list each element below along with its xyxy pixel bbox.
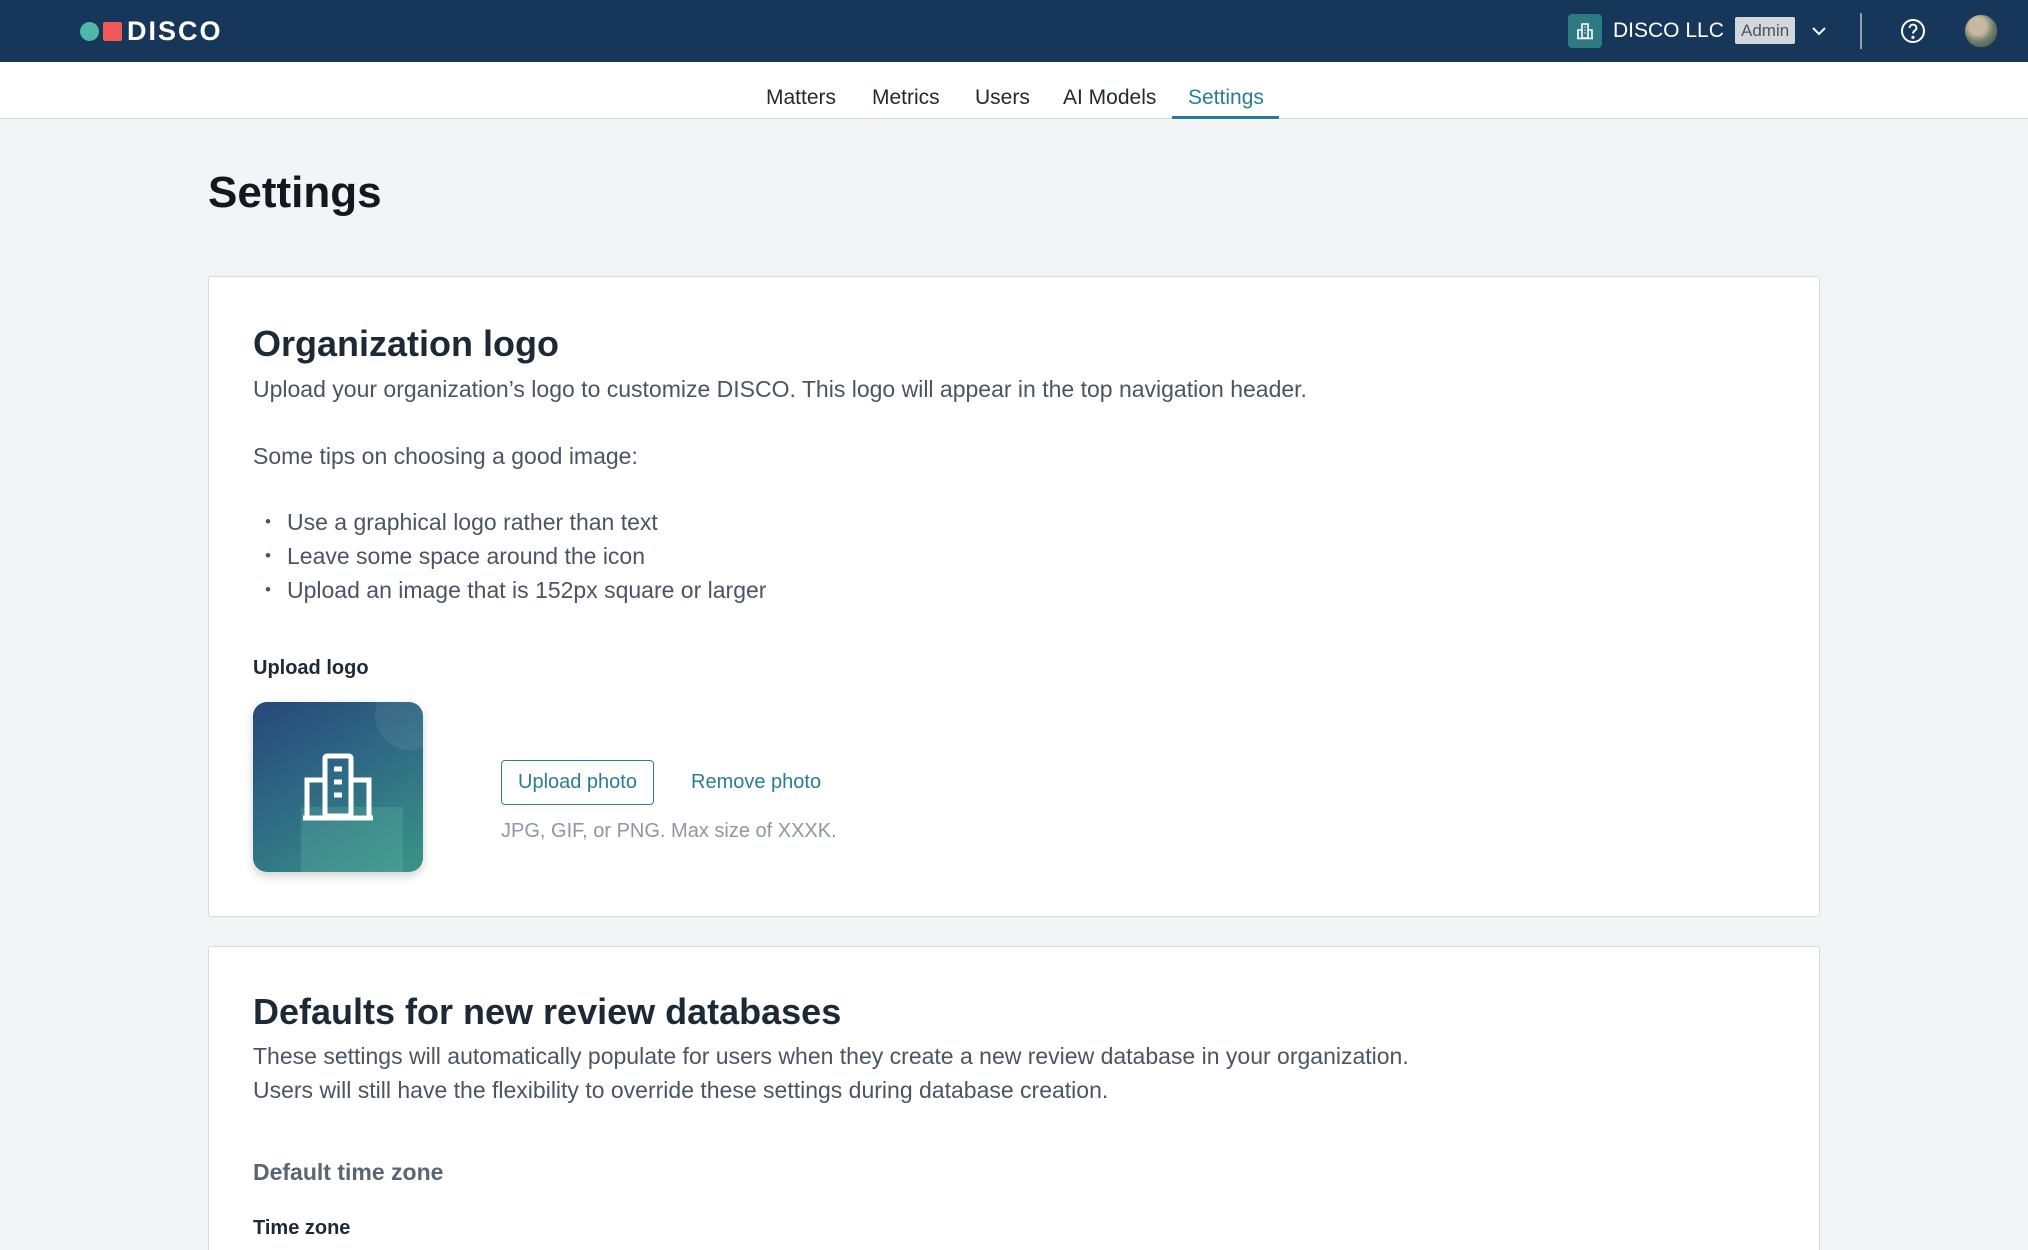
default-time-zone-heading: Default time zone (253, 1159, 444, 1185)
review-database-defaults-card: Defaults for new review databases These … (208, 946, 1820, 1250)
brand-name: DISCO (127, 15, 223, 46)
upload-logo-label: Upload logo (253, 657, 369, 679)
list-item: Leave some space around the icon (265, 539, 766, 573)
disco-logo[interactable]: DISCO (80, 15, 223, 46)
defaults-description-line2: Users will still have the flexibility to… (253, 1077, 1109, 1103)
brand-square-icon (103, 21, 122, 41)
header-divider (1860, 13, 1862, 49)
chevron-down-icon[interactable] (1808, 20, 1830, 42)
page-title: Settings (208, 168, 382, 217)
top-navigation-bar: DISCO DISCO LLC Admin (0, 0, 2028, 62)
help-icon[interactable] (1899, 17, 1927, 45)
tab-settings[interactable]: Settings (1188, 84, 1264, 112)
main-tab-bar: Matters Metrics Users AI Models Settings (0, 62, 2028, 119)
tab-users[interactable]: Users (975, 84, 1030, 112)
upload-file-hint: JPG, GIF, or PNG. Max size of XXXK. (501, 820, 837, 842)
time-zone-label: Time zone (253, 1217, 351, 1239)
active-tab-indicator (1172, 116, 1279, 119)
upload-photo-button[interactable]: Upload photo (501, 760, 654, 805)
organization-logo-description: Upload your organization’s logo to custo… (253, 376, 1307, 402)
organization-logo-heading: Organization logo (253, 323, 559, 364)
organization-logo-card: Organization logo Upload your organizati… (208, 276, 1820, 917)
logo-tips-list: Use a graphical logo rather than text Le… (265, 505, 766, 607)
tab-metrics[interactable]: Metrics (872, 84, 940, 112)
tab-matters[interactable]: Matters (766, 84, 836, 112)
defaults-description-line1: These settings will automatically popula… (253, 1043, 1409, 1069)
organization-building-icon[interactable] (1568, 14, 1602, 48)
defaults-heading: Defaults for new review databases (253, 991, 842, 1032)
tab-ai-models[interactable]: AI Models (1063, 84, 1156, 112)
list-item: Use a graphical logo rather than text (265, 505, 766, 539)
building-icon (303, 753, 373, 821)
organization-name[interactable]: DISCO LLC (1613, 17, 1724, 45)
remove-photo-button[interactable]: Remove photo (691, 768, 821, 796)
brand-dot-icon (80, 21, 99, 41)
role-badge: Admin (1735, 17, 1796, 44)
user-avatar[interactable] (1964, 14, 1998, 48)
logo-tips-intro: Some tips on choosing a good image: (253, 443, 638, 469)
list-item: Upload an image that is 152px square or … (265, 573, 766, 607)
organization-logo-preview (253, 702, 423, 872)
